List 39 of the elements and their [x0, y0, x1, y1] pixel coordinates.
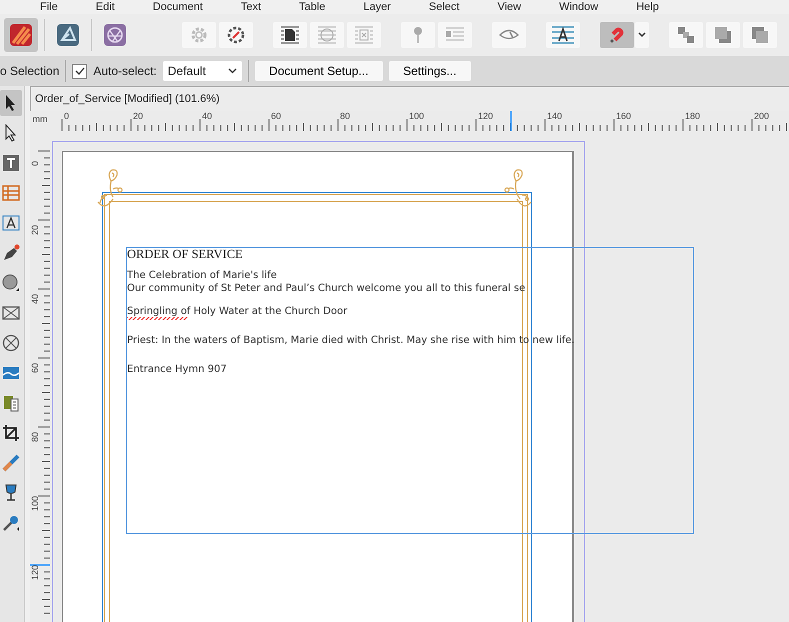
- menu-item[interactable]: Table: [299, 1, 326, 13]
- settings-button[interactable]: Settings...: [388, 61, 471, 81]
- body-text: Springling of Holy Water at the Church Door: [127, 306, 348, 317]
- ruler-label: 120: [478, 111, 494, 121]
- ruler-label: 120: [30, 564, 40, 580]
- document-setup-button[interactable]: Document Setup...: [254, 61, 383, 81]
- ruler-label: 40: [30, 294, 40, 304]
- ruler-label: 20: [133, 111, 144, 121]
- ruler-label: 20: [30, 224, 40, 235]
- menu-item[interactable]: Layer: [363, 1, 391, 13]
- ruler-label: 40: [202, 111, 212, 121]
- auto-select-label: Auto-select:: [93, 64, 157, 78]
- menu-item[interactable]: File: [40, 1, 58, 13]
- ruler-label: 80: [30, 432, 40, 442]
- ruler-label: 200: [754, 111, 770, 121]
- ruler-label: 100: [409, 111, 424, 121]
- menu-item[interactable]: Window: [559, 1, 598, 13]
- body-text: Entrance Hymn 907: [127, 364, 227, 375]
- menu-item[interactable]: Help: [636, 1, 659, 13]
- ruler-label: 100: [30, 496, 40, 511]
- ruler-label: 140: [547, 111, 562, 121]
- menu-item[interactable]: Edit: [96, 1, 115, 13]
- ruler-label: 60: [30, 362, 40, 373]
- menu-item[interactable]: Document: [152, 1, 203, 13]
- ruler-label: 180: [685, 111, 700, 121]
- auto-select-dropdown[interactable]: Default: [162, 61, 242, 81]
- document-tab[interactable]: Order_of_Service [Modified] (101.6%): [31, 93, 220, 105]
- ruler-label: 60: [271, 111, 282, 121]
- body-text: The Celebration of Marie's life: [127, 270, 277, 282]
- ruler-label: 0: [30, 160, 40, 166]
- menu-item[interactable]: Text: [240, 1, 262, 13]
- ruler-unit: mm: [30, 111, 50, 131]
- heading-text: ORDER OF SERVICE: [127, 246, 243, 262]
- ruler-label: 0: [64, 111, 70, 121]
- ruler-label: 160: [616, 111, 632, 121]
- menu-item[interactable]: View: [497, 1, 522, 13]
- menu-item[interactable]: Select: [428, 1, 460, 13]
- ruler-label: 80: [340, 111, 350, 121]
- selection-status: o Selection: [0, 64, 60, 78]
